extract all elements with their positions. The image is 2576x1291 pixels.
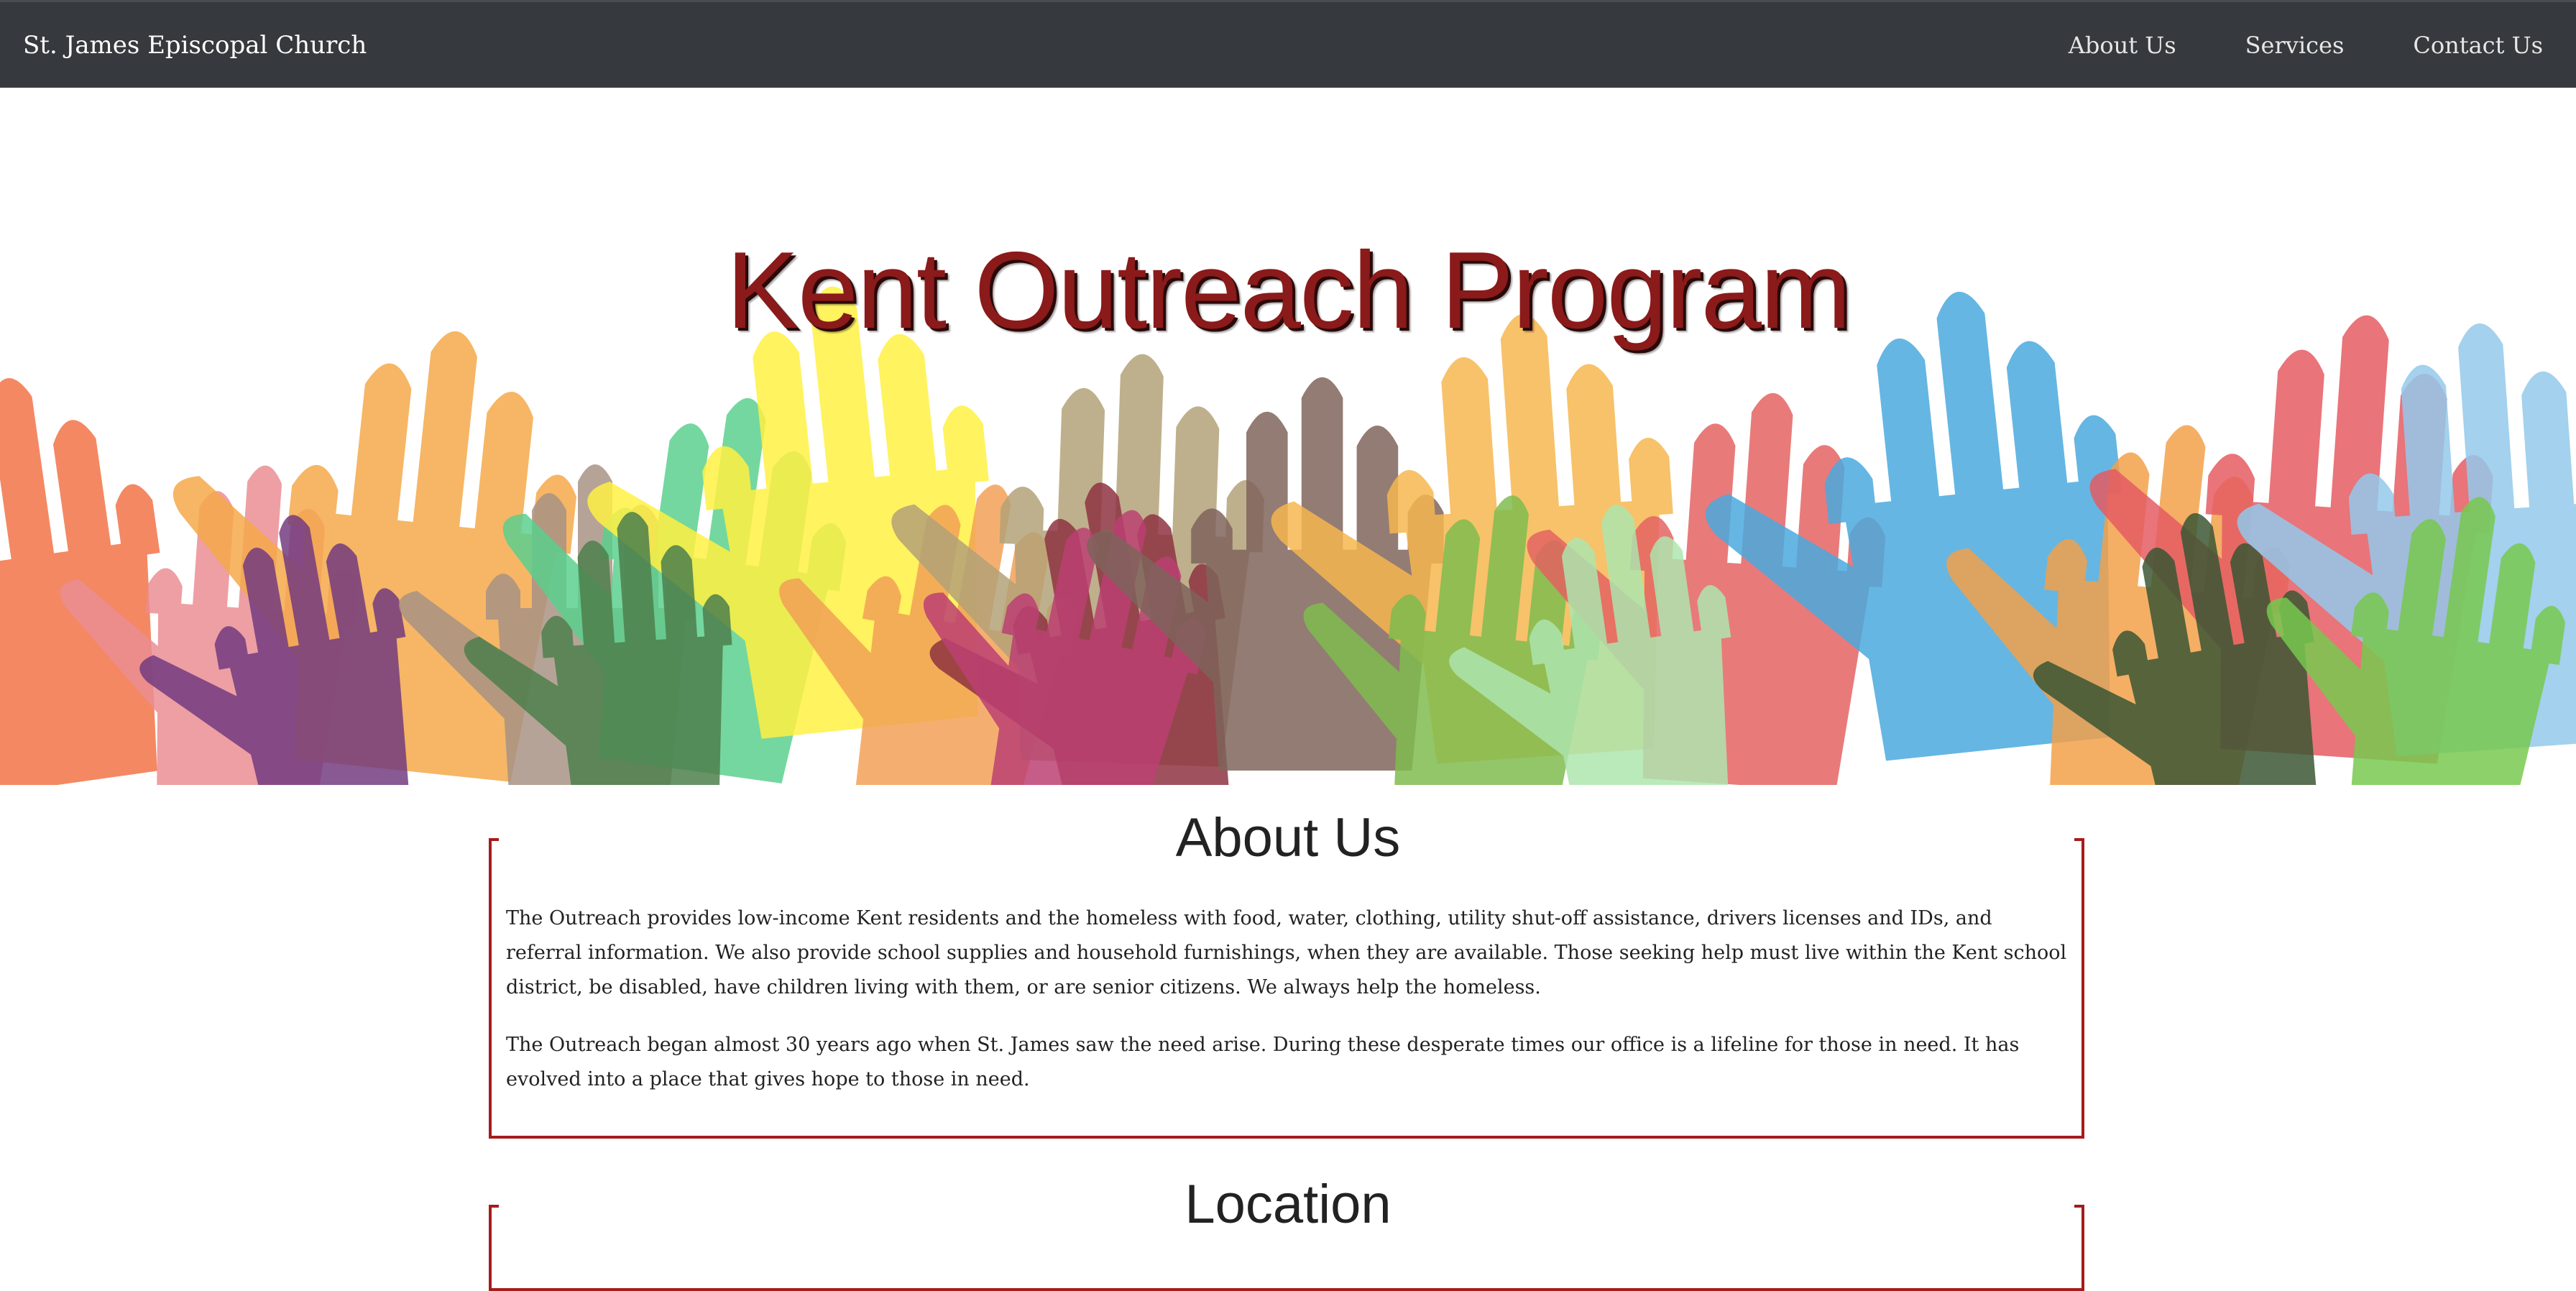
location-heading: Location bbox=[1184, 1174, 1392, 1235]
nav-link-about-us[interactable]: About Us bbox=[2069, 32, 2176, 59]
nav-links: About Us Services Contact Us bbox=[2069, 32, 2553, 59]
top-navbar: St. James Episcopal Church About Us Serv… bbox=[0, 0, 2576, 88]
page-title: Kent Outreach Program bbox=[726, 229, 1851, 352]
nav-link-services[interactable]: Services bbox=[2245, 32, 2345, 59]
about-paragraph: The Outreach began almost 30 years ago w… bbox=[506, 1034, 2020, 1090]
brand-link[interactable]: St. James Episcopal Church bbox=[23, 31, 367, 60]
about-card: The Outreach provides low-income Kent re… bbox=[489, 838, 2084, 1139]
raised-hands-image bbox=[0, 286, 2576, 785]
nav-link-contact-us[interactable]: Contact Us bbox=[2413, 32, 2543, 59]
about-heading: About Us bbox=[1175, 807, 1401, 868]
hero-banner: Kent Outreach Program bbox=[0, 88, 2576, 785]
about-paragraph: The Outreach provides low-income Kent re… bbox=[506, 907, 2067, 998]
